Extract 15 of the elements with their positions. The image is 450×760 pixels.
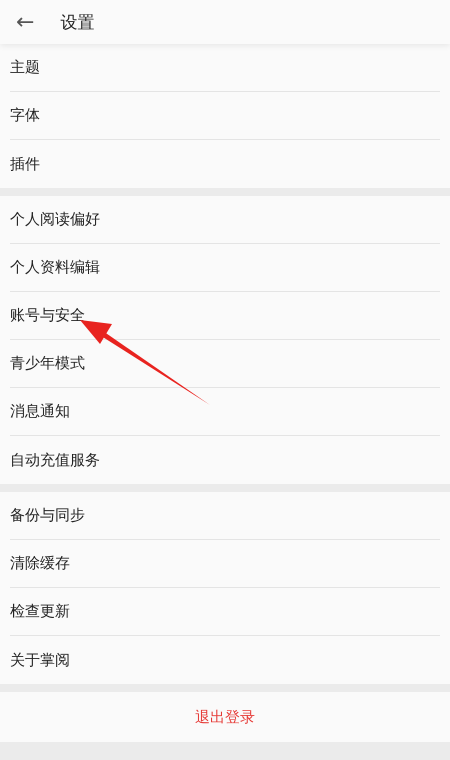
- settings-item[interactable]: 消息通知: [10, 402, 70, 421]
- settings-item[interactable]: 插件: [10, 154, 40, 174]
- settings-item[interactable]: 检查更新: [10, 602, 70, 621]
- settings-item[interactable]: 个人资料编辑: [10, 258, 100, 277]
- settings-item[interactable]: 关于掌阅: [10, 650, 70, 670]
- settings-item[interactable]: 青少年模式: [10, 354, 85, 373]
- settings-item[interactable]: 字体: [10, 106, 40, 125]
- settings-item[interactable]: 清除缓存: [10, 554, 70, 573]
- settings-item[interactable]: 个人阅读偏好: [10, 210, 100, 229]
- settings-item[interactable]: 主题: [10, 58, 40, 77]
- settings-item[interactable]: 自动充值服务: [10, 450, 100, 470]
- page-title: 设置: [60, 12, 94, 34]
- settings-item[interactable]: 备份与同步: [10, 506, 85, 525]
- settings-item[interactable]: 账号与安全: [10, 306, 85, 325]
- logout-button[interactable]: 退出登录: [0, 692, 450, 742]
